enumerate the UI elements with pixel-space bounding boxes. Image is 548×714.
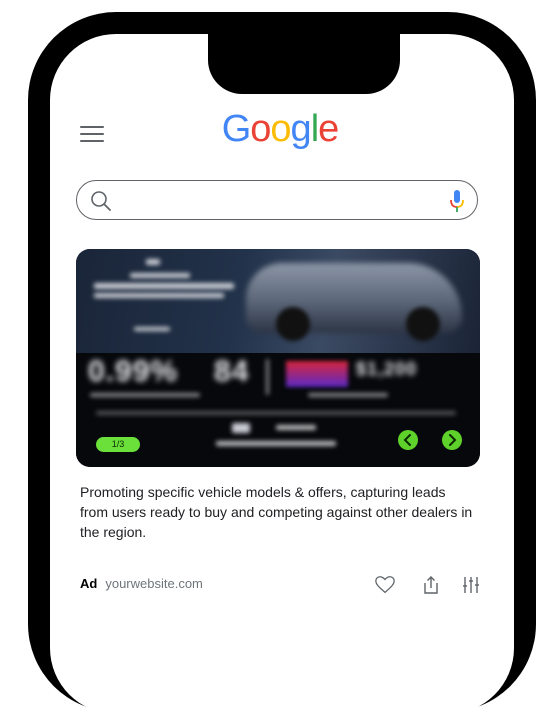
logo-letter: l [310,108,320,150]
logo-letter: o [270,108,291,150]
ad-url-link[interactable]: yourwebsite.com [105,576,203,591]
search-input[interactable] [76,180,478,220]
carousel-prev-button[interactable] [398,430,418,450]
mic-icon[interactable] [449,188,465,214]
ad-meta-row: Ad yourwebsite.com [80,576,203,591]
logo-letter: o [250,108,271,150]
heart-icon[interactable] [374,574,396,596]
slide-indicator: 1/3 [96,437,140,452]
chevron-left-icon [403,434,411,446]
logo-letter: G [221,108,252,150]
chevron-right-icon [449,434,457,446]
sliders-icon[interactable] [462,574,480,596]
share-icon[interactable] [422,574,440,596]
hamburger-icon[interactable] [80,126,104,142]
phone-screen: Google 0.99% 84 $1,200 1/3 Promoting spe… [50,34,514,714]
search-icon [91,191,111,211]
phone-frame: Google 0.99% 84 $1,200 1/3 Promoting spe… [28,12,536,714]
phone-notch [208,34,400,94]
ad-description: Promoting specific vehicle models & offe… [80,484,473,540]
ad-image-carousel[interactable]: 0.99% 84 $1,200 1/3 [76,249,480,467]
carousel-next-button[interactable] [442,430,462,450]
google-logo: Google [210,110,350,148]
ad-hero-image [76,249,480,353]
ad-badge: Ad [80,576,98,591]
logo-letter: g [290,108,312,150]
logo-letter: e [318,108,339,150]
